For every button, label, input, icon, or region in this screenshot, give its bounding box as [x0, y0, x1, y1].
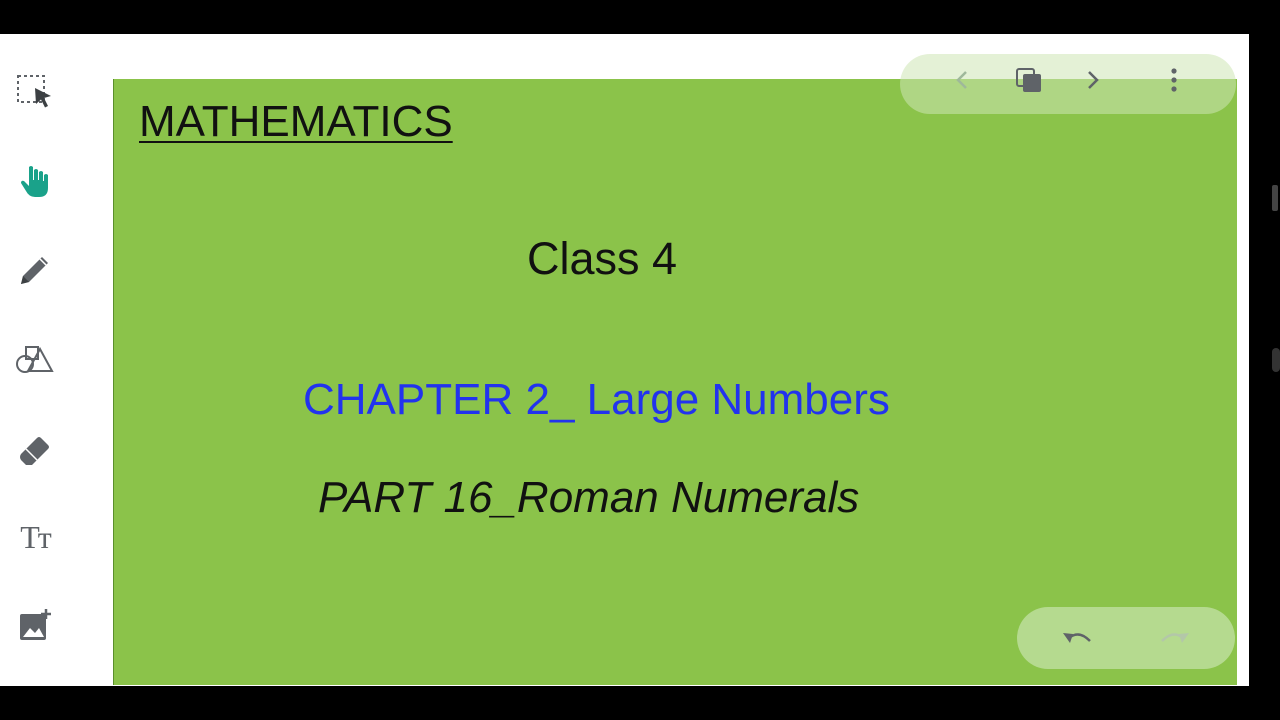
slide-title: MATHEMATICS — [139, 97, 453, 146]
undo-button[interactable] — [1060, 623, 1096, 655]
chevron-left-icon — [953, 69, 971, 96]
undo-icon — [1060, 625, 1096, 654]
hand-pan-icon — [15, 161, 55, 201]
text-icon: Tт — [20, 518, 52, 555]
eraser-icon — [15, 428, 55, 468]
redo-button[interactable] — [1156, 623, 1192, 655]
redo-icon — [1156, 625, 1192, 654]
hand-tool-button[interactable] — [14, 160, 56, 202]
previous-page-button[interactable] — [944, 66, 980, 98]
pen-icon — [15, 250, 55, 290]
select-icon — [15, 72, 55, 112]
pages-icon — [1014, 66, 1044, 99]
part-heading: PART 16_Roman Numerals — [318, 473, 860, 522]
text-tool-button[interactable]: Tт — [14, 516, 56, 558]
add-image-tool-button[interactable] — [14, 605, 56, 647]
pages-button[interactable] — [1011, 66, 1047, 98]
class-label: Class 4 — [527, 233, 678, 284]
edge-fragment — [1272, 348, 1280, 372]
more-vertical-icon — [1170, 67, 1178, 98]
shapes-icon — [14, 339, 56, 379]
add-image-icon — [15, 606, 55, 646]
pen-tool-button[interactable] — [14, 249, 56, 291]
more-options-button[interactable] — [1156, 66, 1192, 98]
eraser-tool-button[interactable] — [14, 427, 56, 469]
chapter-heading: CHAPTER 2_ Large Numbers — [303, 375, 890, 424]
next-page-button[interactable] — [1075, 66, 1111, 98]
select-tool-button[interactable] — [14, 71, 56, 113]
edge-fragment — [1272, 185, 1278, 211]
chevron-right-icon — [1084, 69, 1102, 96]
shapes-tool-button[interactable] — [14, 338, 56, 380]
whiteboard-canvas[interactable]: MATHEMATICS Class 4 CHAPTER 2_ Large Num… — [113, 79, 1237, 685]
history-controls — [1017, 607, 1235, 669]
